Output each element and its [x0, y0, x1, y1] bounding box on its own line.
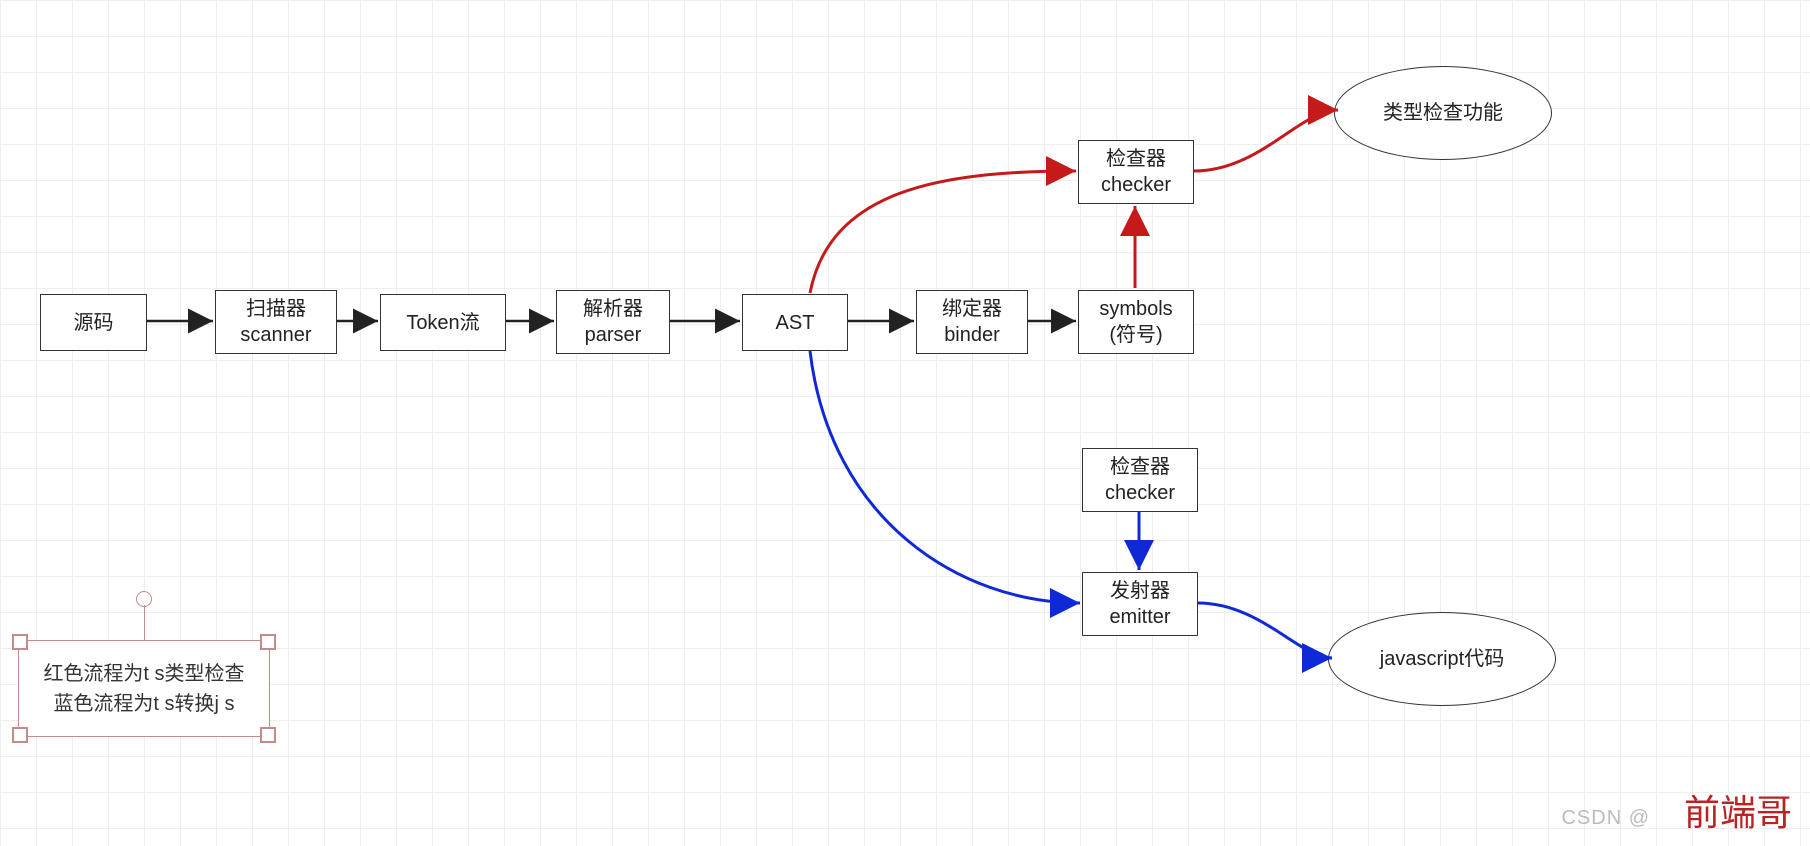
node-label: (符号): [1109, 322, 1162, 348]
node-label: Token流: [406, 310, 479, 336]
node-label: 检查器: [1110, 454, 1170, 480]
node-label: 发射器: [1110, 578, 1170, 604]
node-label: 检查器: [1106, 146, 1166, 172]
handle-tl[interactable]: [12, 634, 28, 650]
node-label: parser: [585, 322, 642, 348]
node-symbols: symbols (符号): [1078, 290, 1194, 354]
node-jscode: javascript代码: [1328, 612, 1556, 706]
node-label: binder: [944, 322, 1000, 348]
handle-rotate-line: [144, 605, 145, 641]
node-label: 类型检查功能: [1383, 100, 1503, 126]
node-source: 源码: [40, 294, 147, 351]
handle-tr[interactable]: [260, 634, 276, 650]
node-label: 解析器: [583, 296, 643, 322]
node-binder: 绑定器 binder: [916, 290, 1028, 354]
node-parser: 解析器 parser: [556, 290, 670, 354]
node-label: 扫描器: [246, 296, 306, 322]
node-scanner: 扫描器 scanner: [215, 290, 337, 354]
node-token: Token流: [380, 294, 506, 351]
node-label: checker: [1105, 480, 1175, 506]
handle-bl[interactable]: [12, 727, 28, 743]
node-typecheck: 类型检查功能: [1334, 66, 1552, 160]
watermark-red: 前端哥: [1684, 784, 1792, 836]
node-ast: AST: [742, 294, 848, 351]
node-checker-bottom: 检查器 checker: [1082, 448, 1198, 512]
node-label: javascript代码: [1380, 646, 1504, 672]
node-label: 源码: [74, 310, 114, 336]
node-label: checker: [1101, 172, 1171, 198]
node-label: 绑定器: [942, 296, 1002, 322]
node-label: AST: [776, 310, 815, 336]
node-label: scanner: [240, 322, 311, 348]
legend-box[interactable]: 红色流程为t s类型检查 蓝色流程为t s转换j s: [18, 640, 270, 737]
node-label: emitter: [1109, 604, 1170, 630]
watermark-grey: CSDN @: [1561, 807, 1650, 830]
node-checker-top: 检查器 checker: [1078, 140, 1194, 204]
legend-line: 蓝色流程为t s转换j s: [53, 689, 234, 719]
handle-br[interactable]: [260, 727, 276, 743]
node-label: symbols: [1099, 296, 1172, 322]
legend-line: 红色流程为t s类型检查: [43, 659, 244, 689]
node-emitter: 发射器 emitter: [1082, 572, 1198, 636]
